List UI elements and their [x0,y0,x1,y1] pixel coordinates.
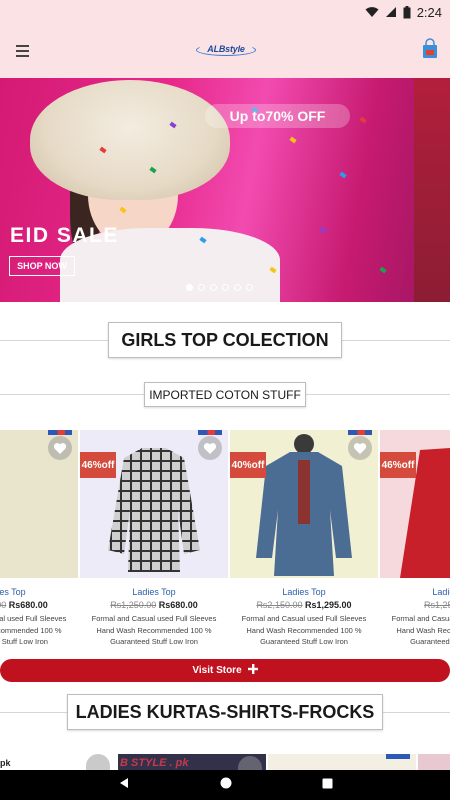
product-name[interactable]: Ladies Top [80,587,228,597]
old-price: Rs1,250.00 [110,600,157,610]
old-price: Rs1,250.00 [423,600,450,610]
product-prices: Rs1,250.00 Rs [380,600,450,610]
product-prices: Rs2,150.00 Rs1,295.00 [230,600,378,610]
new-price: Rs680.00 [8,600,48,610]
cart-icon[interactable] [420,38,440,60]
section-subtitle: IMPORTED COTON STUFF [144,382,306,407]
carousel-dot[interactable] [246,284,253,291]
old-price: Rs2,150.00 [256,600,303,610]
plus-icon [247,664,258,677]
product-card[interactable]: Ladies Top Rs1,250.00 Rs680.00 Formal and … [0,430,78,648]
heart-icon[interactable] [348,436,372,460]
heart-icon[interactable] [198,436,222,460]
system-nav-bar [0,770,450,800]
carousel-dot[interactable] [234,284,241,291]
recents-icon[interactable] [322,776,333,794]
product-name[interactable]: Ladies Top [0,587,78,597]
heart-icon[interactable] [48,436,72,460]
carousel-dot[interactable] [186,284,193,291]
discount-badge: 46%off [80,452,116,478]
shop-now-button[interactable]: SHOP NOW [9,256,75,276]
back-icon[interactable] [118,776,130,794]
signal-icon [385,6,397,18]
app-bar: ALBstyle [0,24,450,78]
banner-title: EID SALE [10,224,119,247]
product-prices: Rs1,250.00 Rs680.00 [80,600,228,610]
discount-badge: 46%off [380,452,416,478]
product-name[interactable]: Ladies Top [230,587,378,597]
product-description: Formal and Casual used Full Sleeves Hand… [0,614,67,646]
heart-icon[interactable] [86,754,110,770]
product-description: Formal and Casual used Full Sleeves Hand… [241,614,367,646]
product-prices: Rs1,250.00 Rs680.00 [0,600,78,610]
menu-icon[interactable] [8,37,36,65]
product-card[interactable]: 46%off Ladies Top Rs1,250.00 Rs680.00 Forma… [80,430,228,648]
product-card-peek[interactable] [418,754,450,770]
discount-banner-text: Up to70% OFF [205,104,350,128]
product-description: Formal and Casual used Full Sleeves Hand… [391,614,450,646]
next-slide-peek [414,78,450,302]
app-logo[interactable]: ALBstyle [195,38,257,60]
new-price: Rs1,295.00 [305,600,352,610]
product-card-peek[interactable] [86,754,114,770]
wifi-icon [365,6,379,18]
battery-icon [403,5,411,19]
product-card[interactable]: 46%off Ladies Top Rs1,250.00 Rs Formal and … [380,430,450,648]
old-price: Rs1,250.00 [0,600,7,610]
status-time: 2:24 [416,4,442,20]
product-name[interactable]: Ladies Top [380,587,450,597]
visit-store-label: Visit Store [192,665,242,676]
status-bar: 2:24 [0,0,450,24]
carousel-dot[interactable] [210,284,217,291]
section-title: GIRLS TOP COLECTION [108,322,342,358]
product-card[interactable]: 40%off Ladies Top Rs2,150.00 Rs1,295.00 For… [230,430,378,648]
carousel-indicator [186,284,253,291]
home-icon[interactable] [220,776,232,794]
product-card-peek[interactable] [238,754,416,770]
new-price: Rs680.00 [158,600,198,610]
app-screen: 2:24 ALBstyle Up to70% OFF EID SALE SHOP… [0,0,450,800]
brand-tag [198,430,222,435]
brand-tag [48,430,72,435]
section-title-2: LADIES KURTAS-SHIRTS-FROCKS [67,694,383,730]
visit-store-button[interactable]: Visit Store [0,659,450,682]
product-card-peek[interactable]: pk [0,754,60,770]
discount-badge: 40%off [230,452,266,478]
product-description: Formal and Casual used Full Sleeves Hand… [91,614,217,646]
carousel-dot[interactable] [198,284,205,291]
carousel-dot[interactable] [222,284,229,291]
promo-banner[interactable]: Up to70% OFF EID SALE SHOP NOW [0,78,450,302]
brand-tag [348,430,372,435]
